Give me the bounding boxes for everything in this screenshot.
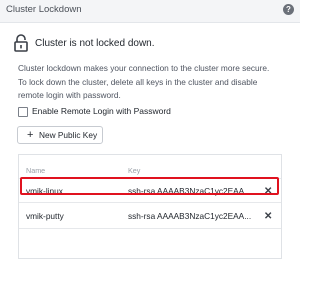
plus-icon: +: [27, 129, 34, 141]
row-divider: [19, 228, 281, 229]
remote-login-label[interactable]: Enable Remote Login with Password: [32, 106, 171, 116]
description-line: Cluster lockdown makes your connection t…: [18, 63, 270, 73]
key-name-cell: vmik-putty: [26, 211, 64, 221]
highlighted-row-outline: [20, 177, 279, 195]
description-line: To lock down the cluster, delete all key…: [18, 76, 258, 87]
new-public-key-label: New Public Key: [39, 130, 98, 140]
dialog-title: Cluster Lockdown: [6, 4, 82, 15]
dialog-header: Cluster Lockdown ?: [0, 0, 300, 23]
delete-key-icon[interactable]: ✕: [264, 212, 272, 222]
unlocked-padlock-icon: [14, 34, 28, 52]
lockdown-description: Cluster lockdown makes your connection t…: [18, 62, 288, 103]
remote-login-checkbox[interactable]: [18, 107, 28, 117]
column-header-key: Key: [128, 166, 141, 175]
description-line: remote login with password.: [18, 90, 121, 100]
public-keys-table: Name Key vmik-linux ssh-rsa AAAAB3NzaC1y…: [18, 154, 282, 259]
row-divider: [19, 202, 281, 203]
lockdown-status-text: Cluster is not locked down.: [35, 38, 155, 49]
help-icon[interactable]: ?: [283, 4, 294, 15]
key-value-cell: ssh-rsa AAAAB3NzaC1yc2EAA...: [128, 211, 252, 221]
new-public-key-button[interactable]: + New Public Key: [17, 126, 103, 144]
column-header-name: Name: [26, 166, 46, 175]
